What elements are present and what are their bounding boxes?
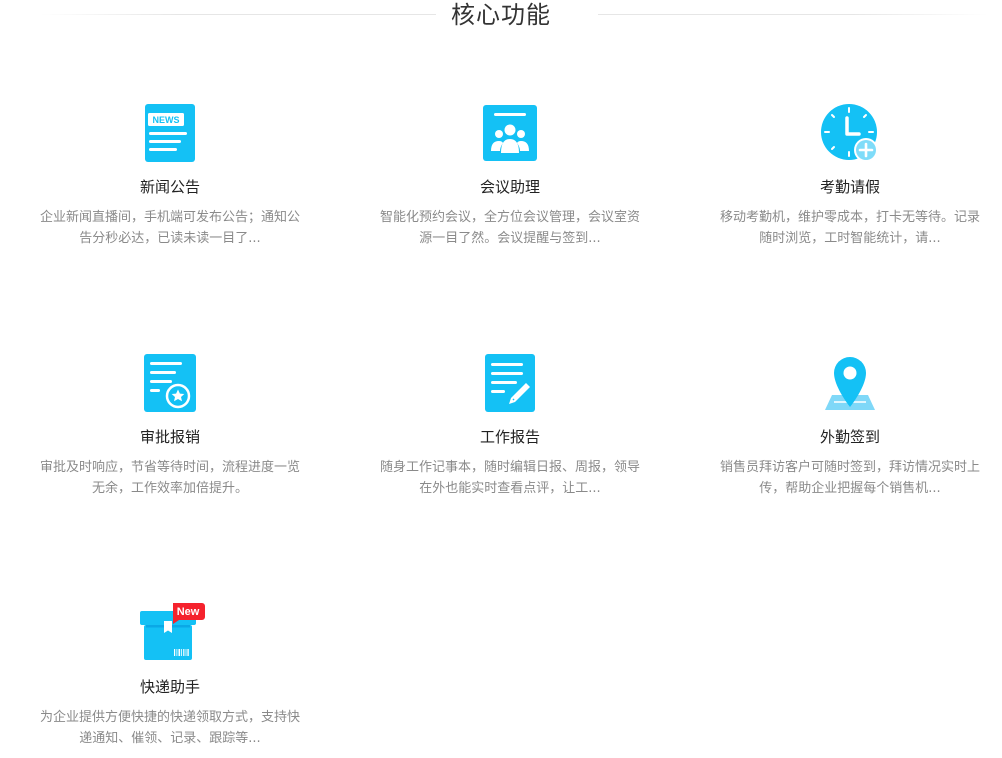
feature-description: 智能化预约会议，全方位会议管理，会议室资源一目了然。会议提醒与签到... bbox=[379, 210, 640, 246]
news-icon: NEWS bbox=[140, 103, 200, 163]
section-title: 核心功能 bbox=[451, 1, 551, 29]
location-pin-icon bbox=[820, 353, 880, 413]
feature-description: 为企业提供方便快捷的快递领取方式，支持快递通知、催领、记录、跟踪等... bbox=[39, 710, 300, 746]
package-icon: New bbox=[140, 603, 205, 663]
feature-title: 工作报告 bbox=[479, 428, 540, 446]
news-icon-text: NEWS bbox=[153, 115, 180, 125]
report-icon bbox=[480, 353, 540, 413]
feature-card-attendance[interactable]: 考勤请假 移动考勤机，维护零成本，打卡无等待。记录随时浏览，工时智能统计，请..… bbox=[710, 103, 990, 249]
feature-description: 随身工作记事本，随时编辑日报、周报，领导在外也能实时查看点评，让工... bbox=[379, 460, 640, 496]
feature-description: 移动考勤机，维护零成本，打卡无等待。记录随时浏览，工时智能统计，请... bbox=[719, 210, 980, 246]
feature-title: 外勤签到 bbox=[819, 428, 880, 446]
feature-card-express[interactable]: New 快递助手 为企业提供方便快捷的快递领取方式，支持快递通知、催领、记录、跟… bbox=[30, 603, 310, 749]
feature-title: 审批报销 bbox=[139, 428, 200, 446]
feature-title: 新闻公告 bbox=[139, 178, 200, 196]
feature-card-meeting[interactable]: 会议助理 智能化预约会议，全方位会议管理，会议室资源一目了然。会议提醒与签到..… bbox=[370, 103, 650, 249]
approval-icon bbox=[140, 353, 200, 413]
feature-description: 审批及时响应，节省等待时间，流程进度一览无余，工作效率加倍提升。 bbox=[39, 460, 300, 496]
meeting-icon bbox=[480, 103, 540, 163]
feature-title: 考勤请假 bbox=[819, 178, 880, 196]
feature-title: 会议助理 bbox=[479, 178, 540, 196]
feature-title: 快递助手 bbox=[139, 678, 200, 696]
clock-icon bbox=[820, 103, 880, 163]
header-divider-right bbox=[598, 14, 988, 15]
feature-card-approval[interactable]: 审批报销 审批及时响应，节省等待时间，流程进度一览无余，工作效率加倍提升。 bbox=[30, 353, 310, 499]
section-header: 核心功能 bbox=[0, 0, 1002, 30]
feature-description: 销售员拜访客户可随时签到，拜访情况实时上传，帮助企业把握每个销售机... bbox=[719, 460, 980, 496]
feature-card-report[interactable]: 工作报告 随身工作记事本，随时编辑日报、周报，领导在外也能实时查看点评，让工..… bbox=[370, 353, 650, 499]
feature-card-news[interactable]: NEWS 新闻公告 企业新闻直播间，手机端可发布公告；通知公告分秒必达，已读未读… bbox=[30, 103, 310, 249]
feature-card-checkin[interactable]: 外勤签到 销售员拜访客户可随时签到，拜访情况实时上传，帮助企业把握每个销售机..… bbox=[710, 353, 990, 499]
new-badge: New bbox=[177, 606, 200, 618]
feature-description: 企业新闻直播间，手机端可发布公告；通知公告分秒必达，已读未读一目了... bbox=[39, 210, 300, 246]
